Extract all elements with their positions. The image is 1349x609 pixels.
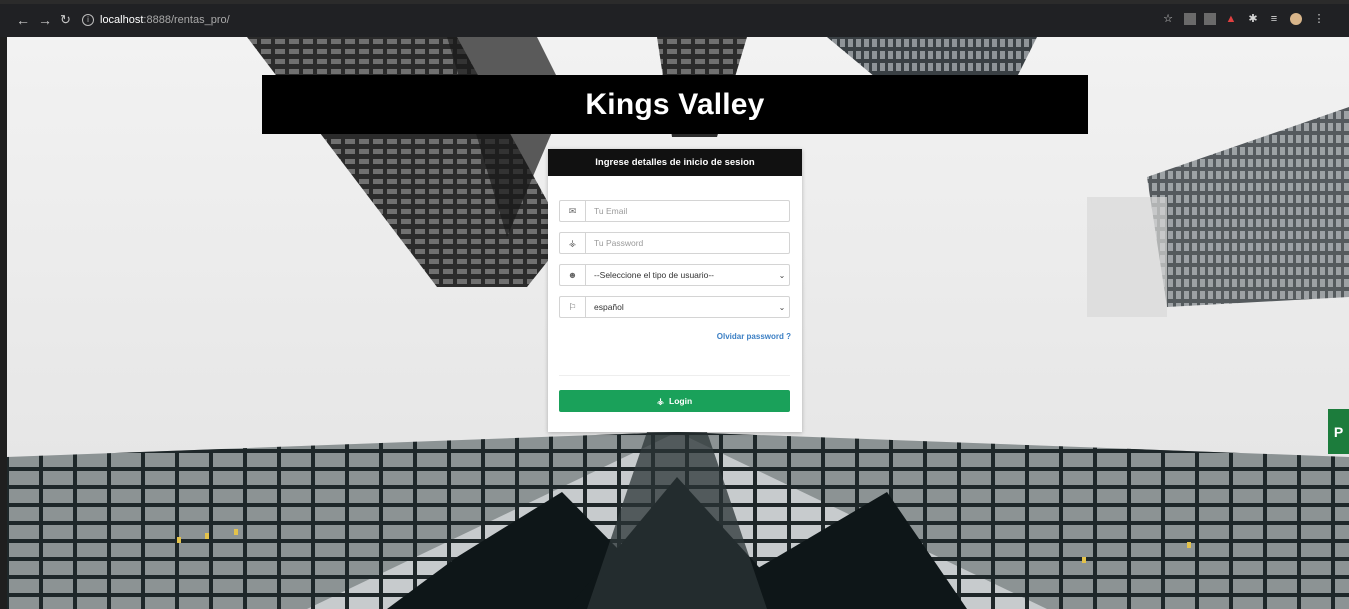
brand-title: Kings Valley (585, 87, 765, 121)
extension-a-icon[interactable] (1184, 13, 1196, 25)
divider (559, 375, 790, 376)
chevron-down-icon: ⌄ (778, 302, 786, 312)
page-viewport: Kings Valley Ingrese detalles de inicio … (7, 37, 1349, 609)
flag-icon: ⚐ (560, 297, 586, 317)
email-field[interactable]: ✉ (559, 200, 790, 222)
side-tab-label: P (1333, 423, 1344, 440)
key-icon: ⚶ (560, 233, 586, 253)
url-host: localhost (100, 14, 144, 26)
chevron-down-icon: ⌄ (778, 270, 786, 280)
star-icon[interactable]: ☆ (1162, 13, 1174, 25)
login-button[interactable]: ⚶ Login (559, 390, 790, 412)
extension-b-icon[interactable] (1204, 13, 1216, 25)
brand-banner: Kings Valley (262, 75, 1088, 134)
url-path: :8888/rentas_pro/ (143, 14, 230, 26)
user-type-field[interactable]: ☻ --Seleccione el tipo de usuario-- ⌄ (559, 264, 790, 286)
login-button-label: Login (669, 396, 693, 406)
password-input[interactable] (586, 238, 789, 248)
language-field[interactable]: ⚐ español ⌄ (559, 296, 790, 318)
browser-toolbar: ← → ↻ i localhost:8888/rentas_pro/ ☆ ▲ ✱ … (0, 0, 1349, 37)
key-icon: ⚶ (656, 395, 665, 406)
back-button[interactable]: ← (16, 13, 30, 27)
login-card: Ingrese detalles de inicio de sesion ✉ ⚶… (548, 149, 802, 432)
side-tab[interactable]: P (1328, 409, 1349, 454)
envelope-icon: ✉ (560, 201, 586, 221)
extension-red-icon[interactable]: ▲ (1225, 13, 1237, 25)
forgot-password-link[interactable]: Olvidar password ? (717, 332, 791, 341)
language-select[interactable]: español (586, 302, 775, 312)
email-input[interactable] (586, 206, 789, 216)
password-field[interactable]: ⚶ (559, 232, 790, 254)
kebab-menu-icon[interactable]: ⋮ (1313, 13, 1325, 25)
forward-button[interactable]: → (38, 13, 52, 27)
extension-puzzle-icon[interactable]: ✱ (1247, 13, 1259, 25)
user-type-select[interactable]: --Seleccione el tipo de usuario-- (586, 270, 775, 280)
profile-avatar-icon[interactable] (1290, 13, 1302, 25)
reload-button[interactable]: ↻ (60, 13, 71, 27)
address-bar[interactable]: i localhost:8888/rentas_pro/ (82, 11, 1142, 30)
users-icon: ☻ (560, 265, 586, 285)
reading-list-icon[interactable]: ≡ (1268, 13, 1280, 25)
tab-strip (0, 0, 1349, 4)
info-circle-icon[interactable]: i (82, 14, 94, 27)
login-card-header: Ingrese detalles de inicio de sesion (548, 149, 802, 176)
